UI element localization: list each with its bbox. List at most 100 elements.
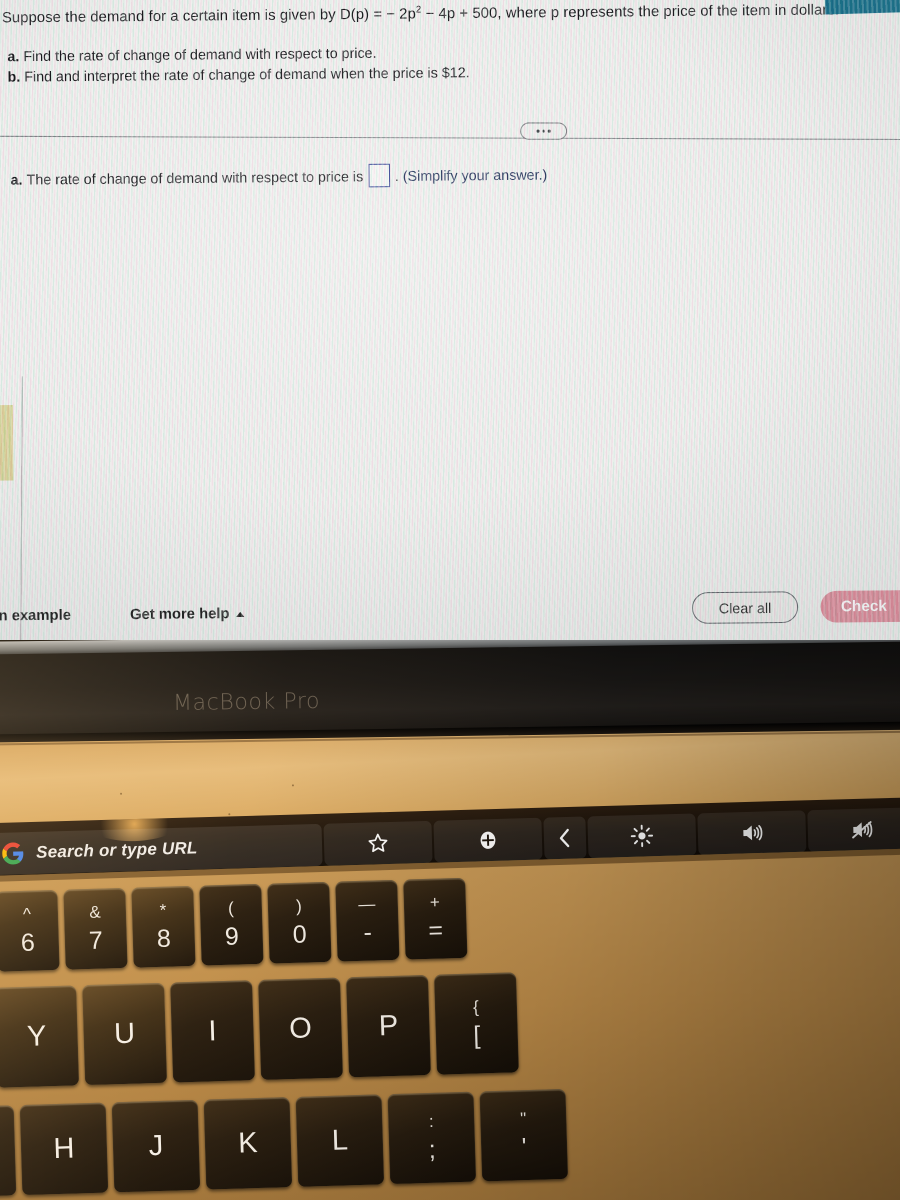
key-label-shift: { [472, 997, 480, 1017]
deck-speck [120, 792, 123, 795]
key-label-shift: ( [227, 898, 235, 918]
mute-icon [852, 821, 873, 839]
touchbar-new-tab-button[interactable] [433, 817, 543, 863]
answer-row: a. The rate of change of demand with res… [10, 162, 547, 191]
key-label: = [427, 916, 444, 945]
homework-page: Suppose the demand for a certain item is… [0, 0, 900, 660]
key-I[interactable]: I [170, 980, 256, 1083]
keyboard-number-row: %5^6&7*8(9)0—-+= [0, 877, 474, 974]
key-label: ; [428, 1135, 437, 1164]
key-P[interactable]: P [346, 974, 431, 1078]
key-[interactable]: + = [403, 877, 468, 960]
macbook-pro-laptop: MacBook Pro Search or type URL ^ 6 & 7 *… [0, 640, 900, 1200]
homework-action-bar: an example Get more help Clear all Check [0, 589, 900, 646]
key-0[interactable]: ) 0 [267, 881, 332, 964]
key-J[interactable]: J [111, 1099, 201, 1193]
get-more-help-label: Get more help [129, 605, 230, 624]
problem-stem-prefix: Suppose the demand for a certain item is… [1, 6, 416, 27]
key-label: P [378, 1009, 399, 1042]
key-label: Y [26, 1019, 47, 1053]
back-chevron-icon [559, 828, 570, 848]
more-options-ellipsis-icon[interactable] [520, 122, 568, 140]
ellipsis-dot [547, 129, 551, 133]
key-label: H [53, 1131, 75, 1165]
key-[interactable]: " ' [479, 1088, 569, 1182]
key-label: I [208, 1014, 218, 1047]
part-b-label: b. [7, 68, 21, 85]
problem-stem-suffix: − 4p + 500, where p represents the price… [421, 2, 840, 23]
simplify-hint: (Simplify your answer.) [402, 165, 548, 184]
key-9[interactable]: (9 [199, 883, 264, 966]
chevron-up-icon [235, 611, 244, 617]
view-example-link[interactable]: an example [0, 607, 71, 624]
get-more-help-button[interactable]: Get more help [130, 606, 244, 623]
key-label: 6 [20, 928, 36, 957]
key-O[interactable]: O [258, 977, 344, 1080]
touchbar-brightness-button[interactable] [587, 813, 697, 859]
key-[interactable]: — - [335, 879, 400, 962]
key-label-shift: " [519, 1108, 527, 1129]
macbook-pro-wordmark: MacBook Pro [172, 688, 321, 717]
teal-accent-strip [824, 0, 900, 15]
volume-up-icon [743, 824, 763, 841]
key-label-shift: ^ [22, 904, 32, 924]
part-a-text: Find the rate of change of demand with r… [19, 44, 377, 65]
problem-statement: Suppose the demand for a certain item is… [2, 0, 900, 28]
answer-input[interactable] [368, 163, 390, 188]
check-answer-button[interactable]: Check [820, 589, 900, 623]
answer-part-label: a. [10, 170, 23, 188]
key-[interactable]: :; [387, 1091, 477, 1185]
key-7[interactable]: & 7 [63, 887, 128, 970]
key-label-shift: ) [295, 896, 303, 916]
key-[interactable]: {[ [433, 972, 519, 1075]
key-label: O [288, 1011, 313, 1045]
key-6[interactable]: ^ 6 [0, 889, 60, 972]
key-label-shift: * [159, 900, 167, 920]
screenshot-root: Suppose the demand for a certain item is… [0, 0, 900, 1200]
divider-line [0, 135, 900, 140]
clear-all-button[interactable]: Clear all [691, 591, 799, 624]
touchbar-volume-button[interactable] [697, 810, 807, 856]
ellipsis-dot [536, 129, 540, 133]
deck-speck [291, 784, 294, 787]
key-H[interactable]: H [19, 1102, 109, 1196]
answer-prompt: The rate of change of demand with respec… [26, 167, 364, 188]
problem-part-a: a. Find the rate of change of demand wit… [7, 43, 376, 65]
problem-part-b: b. Find and interpret the rate of change… [7, 63, 470, 86]
section-divider [0, 119, 900, 146]
new-tab-plus-icon [480, 831, 496, 849]
touchbar-bookmark-button[interactable] [323, 820, 433, 866]
key-K[interactable]: K [203, 1097, 293, 1190]
key-L[interactable]: L [295, 1094, 385, 1187]
tan-swatch [0, 404, 14, 481]
key-label: 0 [292, 920, 308, 949]
key-label-shift: + [429, 892, 441, 912]
deck-speck [228, 813, 231, 816]
key-label-shift: & [89, 902, 101, 922]
key-Y[interactable]: Y [0, 985, 80, 1088]
answer-period: . [394, 167, 399, 184]
key-label: 8 [156, 924, 172, 953]
key-label: 9 [224, 922, 240, 951]
key-label: ' [521, 1132, 527, 1162]
touchbar-mute-button[interactable] [807, 807, 900, 853]
part-a-label: a. [7, 47, 20, 65]
part-b-text: Find and interpret the rate of change of… [20, 63, 470, 85]
google-g-icon [2, 842, 24, 865]
key-8[interactable]: * 8 [131, 885, 196, 968]
touchbar-search-placeholder: Search or type URL [35, 838, 198, 862]
brightness-icon [630, 824, 654, 848]
key-U[interactable]: U [82, 982, 168, 1086]
monitor-screen: Suppose the demand for a certain item is… [0, 0, 900, 661]
keyboard: %5^6&7*8(9)0—-+= TYUIOP{[ GHJKL:;"' [0, 847, 900, 1200]
key-label: 7 [88, 926, 104, 955]
key-label-shift: : [428, 1111, 434, 1131]
ellipsis-dot [542, 129, 545, 133]
key-label: - [363, 918, 373, 947]
keyboard-letter-row: TYUIOP{[ [0, 972, 525, 1090]
key-label: U [113, 1017, 136, 1050]
touchbar-back-button[interactable] [543, 816, 587, 860]
key-G[interactable]: G [0, 1105, 17, 1198]
bookmark-star-icon [368, 833, 388, 853]
key-label: L [331, 1123, 349, 1157]
